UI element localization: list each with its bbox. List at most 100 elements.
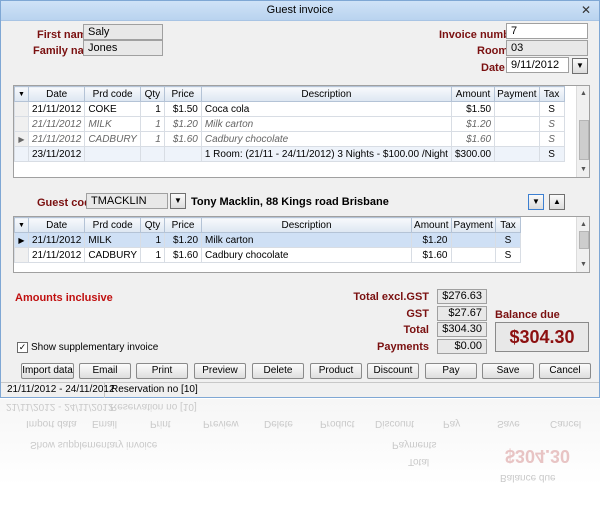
grid1-col-prd-code[interactable]: Prd code [84, 86, 141, 102]
row-pointer-icon[interactable]: ▶ [14, 131, 29, 147]
grid2-col-date[interactable]: Date [27, 217, 86, 233]
cell-qty[interactable] [139, 146, 165, 162]
first-name-field[interactable]: Saly [83, 24, 163, 40]
cell-price[interactable]: $1.60 [163, 131, 202, 147]
scroll-up-icon[interactable]: ▲ [577, 218, 589, 231]
preview-button[interactable]: Preview [194, 363, 246, 379]
date-dropdown-icon[interactable]: ▼ [572, 58, 588, 74]
table-row[interactable]: 21/11/2012 CADBURY 1 $1.60 Cadbury choco… [14, 247, 521, 263]
cell-payment[interactable] [494, 116, 540, 132]
grid1-scroll-thumb[interactable] [579, 120, 589, 160]
grid1-col-qty[interactable]: Qty [139, 86, 165, 102]
date-field[interactable]: 9/11/2012 [506, 57, 569, 73]
cell-tax[interactable]: S [494, 232, 521, 248]
show-supplementary-checkbox[interactable]: ✓ [17, 342, 28, 353]
table-row[interactable]: ▶ 21/11/2012 CADBURY 1 $1.60 Cadbury cho… [14, 131, 565, 147]
cell-amount[interactable]: $1.60 [450, 131, 496, 147]
grid1-menu-icon[interactable]: ▼ [14, 86, 29, 102]
cell-description[interactable]: Milk carton [201, 232, 413, 248]
save-button[interactable]: Save [482, 363, 534, 379]
discount-button[interactable]: Discount [367, 363, 419, 379]
move-up-icon[interactable]: ▲ [549, 194, 565, 210]
cell-description[interactable]: Cadbury chocolate [201, 247, 413, 263]
row-pointer-icon[interactable]: ▶ [14, 232, 29, 248]
cell-qty[interactable]: 1 [140, 232, 166, 248]
row-indicator[interactable] [14, 101, 29, 117]
guest-code-field[interactable]: TMACKLIN [86, 193, 168, 209]
grid2-col-amount[interactable]: Amount [411, 217, 452, 233]
cell-prd-code[interactable]: CADBURY [84, 247, 142, 263]
pay-button[interactable]: Pay [425, 363, 477, 379]
cell-date[interactable]: 23/11/2012 [27, 146, 86, 162]
cell-description[interactable]: 1 Room: (21/11 - 24/11/2012) 3 Nights - … [200, 146, 452, 162]
cell-prd-code[interactable]: COKE [84, 101, 141, 117]
cell-amount[interactable]: $1.50 [450, 101, 496, 117]
grid2-col-description[interactable]: Description [201, 217, 413, 233]
row-indicator[interactable] [14, 116, 29, 132]
cell-payment[interactable] [494, 131, 540, 147]
grid2-col-payment[interactable]: Payment [450, 217, 496, 233]
table-row[interactable]: 23/11/2012 1 Room: (21/11 - 24/11/2012) … [14, 146, 565, 162]
cell-payment[interactable] [450, 247, 496, 263]
import-data-button[interactable]: Import data [21, 363, 74, 379]
cell-amount[interactable]: $1.20 [411, 232, 452, 248]
email-button[interactable]: Email [79, 363, 131, 379]
cell-amount[interactable]: $1.20 [450, 116, 496, 132]
cell-payment[interactable] [450, 232, 496, 248]
cell-price[interactable] [163, 146, 202, 162]
grid2-col-tax[interactable]: Tax [494, 217, 521, 233]
invoice-number-field[interactable]: 7 [506, 23, 588, 39]
grid2-col-qty[interactable]: Qty [140, 217, 166, 233]
grid2-col-price[interactable]: Price [164, 217, 203, 233]
grid1-scrollbar[interactable]: ▲ ▼ [576, 86, 589, 177]
family-name-field[interactable]: Jones [83, 40, 163, 56]
move-down-icon[interactable]: ▼ [528, 194, 544, 210]
grid2-scrollbar[interactable]: ▲ ▼ [576, 217, 589, 272]
product-button[interactable]: Product [310, 363, 362, 379]
table-row[interactable]: 21/11/2012 MILK 1 $1.20 Milk carton $1.2… [14, 116, 565, 132]
grid1-col-date[interactable]: Date [27, 86, 86, 102]
cell-date[interactable]: 21/11/2012 [27, 101, 86, 117]
cell-price[interactable]: $1.60 [164, 247, 203, 263]
grid1-col-amount[interactable]: Amount [450, 86, 496, 102]
cell-amount[interactable]: $300.00 [450, 146, 496, 162]
table-row[interactable]: ▶ 21/11/2012 MILK 1 $1.20 Milk carton $1… [14, 232, 521, 248]
cell-date[interactable]: 21/11/2012 [27, 247, 86, 263]
cell-description[interactable]: Milk carton [200, 116, 452, 132]
show-supplementary-label[interactable]: Show supplementary invoice [31, 342, 158, 353]
grid2-menu-icon[interactable]: ▼ [14, 217, 29, 233]
cancel-button[interactable]: Cancel [539, 363, 591, 379]
scroll-down-icon[interactable]: ▼ [577, 163, 589, 176]
grid1-col-price[interactable]: Price [163, 86, 202, 102]
cell-tax[interactable]: S [538, 101, 565, 117]
scroll-up-icon[interactable]: ▲ [577, 87, 589, 100]
table-row[interactable]: 21/11/2012 COKE 1 $1.50 Coca cola $1.50 … [14, 101, 565, 117]
cell-tax[interactable]: S [538, 116, 565, 132]
guest-code-dropdown-icon[interactable]: ▼ [170, 193, 186, 209]
grid1-col-description[interactable]: Description [200, 86, 452, 102]
cell-qty[interactable]: 1 [139, 131, 165, 147]
cell-payment[interactable] [494, 101, 540, 117]
cell-prd-code[interactable]: CADBURY [84, 131, 141, 147]
cell-prd-code[interactable]: MILK [84, 116, 141, 132]
cell-date[interactable]: 21/11/2012 [27, 232, 86, 248]
cell-price[interactable]: $1.20 [163, 116, 202, 132]
grid1-col-payment[interactable]: Payment [494, 86, 540, 102]
grid2-scroll-thumb[interactable] [579, 231, 589, 249]
scroll-down-icon[interactable]: ▼ [577, 258, 589, 271]
grid2-col-prd-code[interactable]: Prd code [84, 217, 142, 233]
cell-price[interactable]: $1.20 [164, 232, 203, 248]
row-indicator[interactable] [14, 146, 29, 162]
delete-button[interactable]: Delete [252, 363, 304, 379]
cell-description[interactable]: Coca cola [200, 101, 452, 117]
cell-qty[interactable]: 1 [140, 247, 166, 263]
cell-description[interactable]: Cadbury chocolate [200, 131, 452, 147]
row-indicator[interactable] [14, 247, 29, 263]
cell-tax[interactable]: S [538, 146, 565, 162]
grid1-col-tax[interactable]: Tax [538, 86, 565, 102]
cell-prd-code[interactable]: MILK [84, 232, 142, 248]
cell-date[interactable]: 21/11/2012 [27, 131, 86, 147]
cell-qty[interactable]: 1 [139, 101, 165, 117]
cell-tax[interactable]: S [494, 247, 521, 263]
cell-qty[interactable]: 1 [139, 116, 165, 132]
